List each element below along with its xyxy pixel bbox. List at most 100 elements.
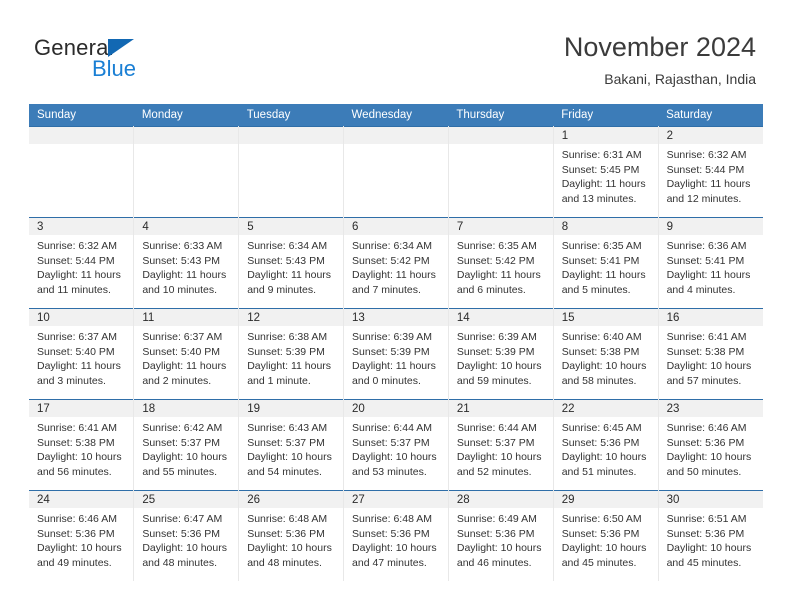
day-cell-inner xyxy=(344,127,448,218)
calendar-day-cell[interactable]: 3 Sunrise: 6:32 AM Sunset: 5:44 PM Daylight… xyxy=(29,217,135,309)
calendar-day-cell[interactable]: 25 Sunrise: 6:47 AM Sunset: 5:36 PM Dayligh… xyxy=(133,490,240,581)
calendar-day-cell[interactable]: 5 Sunrise: 6:34 AM Sunset: 5:43 PM Daylight… xyxy=(238,217,345,309)
weekday-header-sunday: Sunday xyxy=(29,104,134,127)
calendar-day-cell[interactable]: 11 Sunrise: 6:37 AM Sunset: 5:40 PM Dayligh… xyxy=(133,308,240,400)
sunrise-text: Sunrise: 6:49 AM xyxy=(456,513,537,525)
day-details: Sunrise: 6:44 AM Sunset: 5:37 PM Daylight:… xyxy=(344,417,447,479)
calendar-day-cell-empty[interactable] xyxy=(343,126,449,218)
calendar-day-cell[interactable]: 7 Sunrise: 6:35 AM Sunset: 5:42 PM Daylight… xyxy=(448,217,554,309)
sunrise-text: Sunrise: 6:35 AM xyxy=(456,240,537,252)
day-number xyxy=(29,127,133,144)
day-details: Sunrise: 6:41 AM Sunset: 5:38 PM Daylight:… xyxy=(29,417,133,479)
sunrise-text: Sunrise: 6:34 AM xyxy=(352,240,432,252)
calendar-day-cell[interactable]: 9 Sunrise: 6:36 AM Sunset: 5:41 PM Daylight… xyxy=(658,217,763,309)
day-number xyxy=(344,127,448,144)
day-details: Sunrise: 6:47 AM Sunset: 5:36 PM Daylight:… xyxy=(134,508,237,570)
calendar-day-cell[interactable]: 4 Sunrise: 6:33 AM Sunset: 5:43 PM Daylight… xyxy=(133,217,240,309)
calendar-day-cell[interactable]: 14 Sunrise: 6:39 AM Sunset: 5:39 PM Dayligh… xyxy=(448,308,554,400)
sunrise-text: Sunrise: 6:48 AM xyxy=(247,513,328,525)
day-details: Sunrise: 6:32 AM Sunset: 5:44 PM Daylight:… xyxy=(29,235,133,297)
calendar-day-cell[interactable]: 26 Sunrise: 6:48 AM Sunset: 5:36 PM Dayligh… xyxy=(238,490,345,581)
calendar-day-cell[interactable]: 22 Sunrise: 6:45 AM Sunset: 5:36 PM Dayligh… xyxy=(553,399,659,491)
day-cell-inner xyxy=(448,127,553,218)
day-number: 7 xyxy=(448,218,553,235)
calendar-day-cell[interactable]: 1 Sunrise: 6:31 AM Sunset: 5:45 PM Daylight… xyxy=(553,126,659,218)
day-cell-inner: 1 Sunrise: 6:31 AM Sunset: 5:45 PM Daylight… xyxy=(553,127,658,218)
calendar-day-cell[interactable]: 30 Sunrise: 6:51 AM Sunset: 5:36 PM Dayligh… xyxy=(658,490,763,581)
calendar-day-cell-empty[interactable] xyxy=(133,126,240,218)
sunrise-text: Sunrise: 6:33 AM xyxy=(142,240,223,252)
page-header: General Blue November 2024 Bakani, Rajas… xyxy=(0,0,792,100)
day-number: 6 xyxy=(344,218,448,235)
day-number: 4 xyxy=(134,218,238,235)
day-cell-inner: 4 Sunrise: 6:33 AM Sunset: 5:43 PM Daylight… xyxy=(134,218,238,309)
sunset-text: Sunset: 5:36 PM xyxy=(456,527,535,540)
calendar-day-cell[interactable]: 12 Sunrise: 6:38 AM Sunset: 5:39 PM Dayligh… xyxy=(238,308,345,400)
day-number: 3 xyxy=(29,218,133,235)
calendar-day-cell-empty[interactable] xyxy=(29,126,135,218)
day-number xyxy=(134,127,238,144)
day-cell-inner: 29 Sunrise: 6:50 AM Sunset: 5:36 PM Dayligh… xyxy=(553,491,658,581)
sunset-text: Sunset: 5:36 PM xyxy=(37,527,115,540)
calendar-body: 1 Sunrise: 6:31 AM Sunset: 5:45 PM Daylight… xyxy=(29,126,763,581)
calendar-day-cell[interactable]: 28 Sunrise: 6:49 AM Sunset: 5:36 PM Dayligh… xyxy=(448,490,554,581)
calendar-day-cell[interactable]: 15 Sunrise: 6:40 AM Sunset: 5:38 PM Dayligh… xyxy=(553,308,659,400)
day-cell-inner: 8 Sunrise: 6:35 AM Sunset: 5:41 PM Daylight… xyxy=(553,218,658,309)
calendar-day-cell[interactable]: 8 Sunrise: 6:35 AM Sunset: 5:41 PM Daylight… xyxy=(553,217,659,309)
daylight-text: Daylight: 10 hours and 54 minutes. xyxy=(247,451,332,478)
weekday-header-thursday: Thursday xyxy=(448,104,554,127)
calendar-day-cell[interactable]: 18 Sunrise: 6:42 AM Sunset: 5:37 PM Dayligh… xyxy=(133,399,240,491)
daylight-text: Daylight: 11 hours and 3 minutes. xyxy=(37,360,121,387)
day-details: Sunrise: 6:39 AM Sunset: 5:39 PM Daylight:… xyxy=(344,326,447,388)
calendar-day-cell[interactable]: 21 Sunrise: 6:44 AM Sunset: 5:37 PM Dayligh… xyxy=(448,399,554,491)
sunset-text: Sunset: 5:38 PM xyxy=(666,345,745,358)
general-blue-logo[interactable]: General Blue xyxy=(34,36,214,86)
day-number: 8 xyxy=(553,218,658,235)
day-cell-inner: 2 Sunrise: 6:32 AM Sunset: 5:44 PM Daylight… xyxy=(658,127,763,218)
calendar-day-cell[interactable]: 29 Sunrise: 6:50 AM Sunset: 5:36 PM Dayligh… xyxy=(553,490,659,581)
sunset-text: Sunset: 5:37 PM xyxy=(352,436,430,449)
calendar-day-cell-empty[interactable] xyxy=(448,126,554,218)
calendar-day-cell[interactable]: 23 Sunrise: 6:46 AM Sunset: 5:36 PM Dayligh… xyxy=(658,399,763,491)
calendar-day-cell-empty[interactable] xyxy=(238,126,345,218)
daylight-text: Daylight: 10 hours and 48 minutes. xyxy=(142,542,227,569)
day-number: 29 xyxy=(553,491,658,508)
calendar-header-row: Sunday Monday Tuesday Wednesday Thursday… xyxy=(29,104,763,127)
calendar-week-row: 3 Sunrise: 6:32 AM Sunset: 5:44 PM Daylight… xyxy=(29,217,763,309)
daylight-text: Daylight: 10 hours and 45 minutes. xyxy=(561,542,647,569)
day-number: 24 xyxy=(29,491,133,508)
sunset-text: Sunset: 5:42 PM xyxy=(456,254,535,267)
weekday-header-monday: Monday xyxy=(133,104,239,127)
sunset-text: Sunset: 5:36 PM xyxy=(247,527,325,540)
day-details: Sunrise: 6:40 AM Sunset: 5:38 PM Daylight:… xyxy=(554,326,657,388)
calendar-day-cell[interactable]: 24 Sunrise: 6:46 AM Sunset: 5:36 PM Dayligh… xyxy=(29,490,135,581)
calendar-day-cell[interactable]: 27 Sunrise: 6:48 AM Sunset: 5:36 PM Dayligh… xyxy=(343,490,449,581)
day-cell-inner: 23 Sunrise: 6:46 AM Sunset: 5:36 PM Dayligh… xyxy=(658,400,763,491)
day-cell-inner: 22 Sunrise: 6:45 AM Sunset: 5:36 PM Dayligh… xyxy=(553,400,658,491)
sunrise-text: Sunrise: 6:42 AM xyxy=(142,422,223,434)
day-cell-inner: 14 Sunrise: 6:39 AM Sunset: 5:39 PM Dayligh… xyxy=(448,309,553,400)
daylight-text: Daylight: 10 hours and 48 minutes. xyxy=(247,542,332,569)
sunset-text: Sunset: 5:36 PM xyxy=(561,527,640,540)
day-details: Sunrise: 6:31 AM Sunset: 5:45 PM Daylight:… xyxy=(554,144,657,206)
day-number: 1 xyxy=(553,127,658,144)
calendar-day-cell[interactable]: 17 Sunrise: 6:41 AM Sunset: 5:38 PM Dayligh… xyxy=(29,399,135,491)
sunset-text: Sunset: 5:39 PM xyxy=(352,345,430,358)
calendar-day-cell[interactable]: 13 Sunrise: 6:39 AM Sunset: 5:39 PM Dayligh… xyxy=(343,308,449,400)
calendar-day-cell[interactable]: 19 Sunrise: 6:43 AM Sunset: 5:37 PM Dayligh… xyxy=(238,399,345,491)
day-cell-inner: 13 Sunrise: 6:39 AM Sunset: 5:39 PM Dayligh… xyxy=(344,309,448,400)
calendar-day-cell[interactable]: 6 Sunrise: 6:34 AM Sunset: 5:42 PM Daylight… xyxy=(343,217,449,309)
day-details: Sunrise: 6:46 AM Sunset: 5:36 PM Daylight:… xyxy=(659,417,763,479)
sunset-text: Sunset: 5:36 PM xyxy=(142,527,220,540)
day-details: Sunrise: 6:35 AM Sunset: 5:41 PM Daylight:… xyxy=(554,235,657,297)
sunset-text: Sunset: 5:37 PM xyxy=(142,436,220,449)
sunrise-text: Sunrise: 6:41 AM xyxy=(37,422,117,434)
calendar-day-cell[interactable]: 10 Sunrise: 6:37 AM Sunset: 5:40 PM Dayligh… xyxy=(29,308,135,400)
calendar-day-cell[interactable]: 20 Sunrise: 6:44 AM Sunset: 5:37 PM Dayligh… xyxy=(343,399,449,491)
calendar-day-cell[interactable]: 16 Sunrise: 6:41 AM Sunset: 5:38 PM Dayligh… xyxy=(658,308,763,400)
sunrise-text: Sunrise: 6:43 AM xyxy=(247,422,328,434)
calendar-day-cell[interactable]: 2 Sunrise: 6:32 AM Sunset: 5:44 PM Daylight… xyxy=(658,126,763,218)
daylight-text: Daylight: 10 hours and 59 minutes. xyxy=(456,360,542,387)
day-number: 14 xyxy=(448,309,553,326)
sunrise-text: Sunrise: 6:34 AM xyxy=(247,240,328,252)
